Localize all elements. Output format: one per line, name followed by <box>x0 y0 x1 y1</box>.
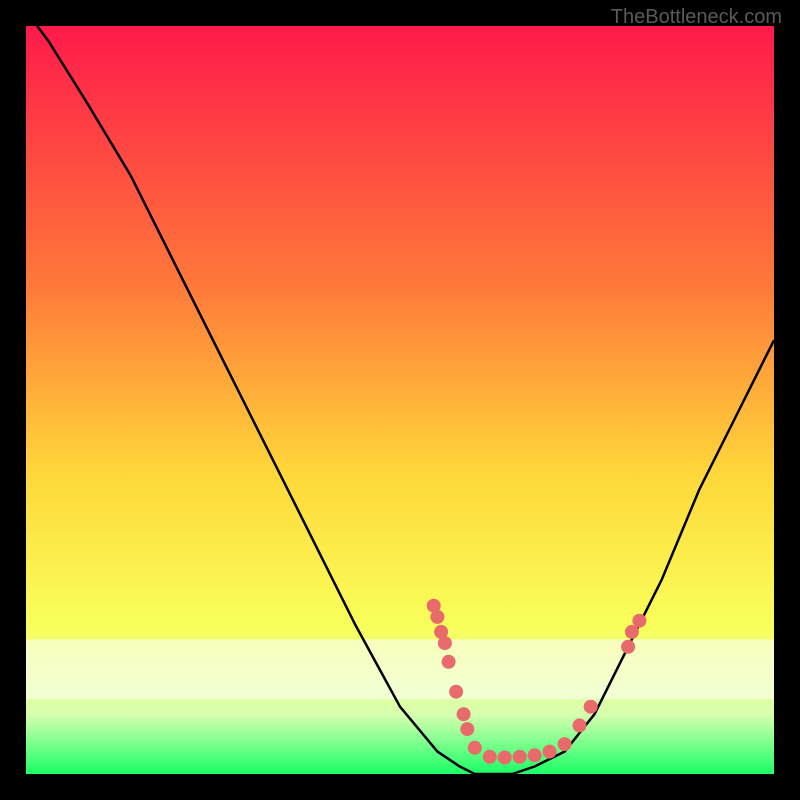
data-point <box>468 741 482 755</box>
chart-svg <box>26 26 774 774</box>
watermark-text: TheBottleneck.com <box>611 6 782 29</box>
highlight-band <box>26 639 774 699</box>
data-point <box>449 685 463 699</box>
data-point <box>438 636 452 650</box>
data-point <box>573 718 587 732</box>
data-point <box>442 655 456 669</box>
data-point <box>457 707 471 721</box>
data-point <box>528 748 542 762</box>
data-point <box>632 614 646 628</box>
data-point <box>558 737 572 751</box>
chart-container: TheBottleneck.com <box>0 0 800 800</box>
plot-area <box>26 26 774 774</box>
data-point <box>513 750 527 764</box>
data-point <box>430 610 444 624</box>
data-point <box>621 640 635 654</box>
data-point <box>498 751 512 765</box>
data-point <box>483 750 497 764</box>
data-point <box>460 722 474 736</box>
data-point <box>543 745 557 759</box>
data-point <box>584 700 598 714</box>
